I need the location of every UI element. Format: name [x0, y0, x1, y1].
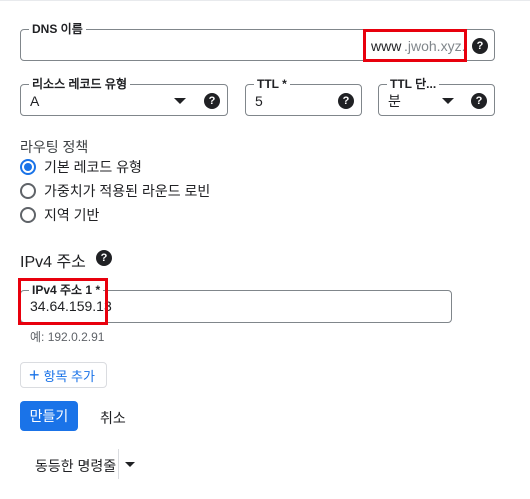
caret-down-icon [174, 98, 186, 104]
help-circle-icon[interactable]: ? [471, 93, 487, 109]
help-circle-icon[interactable]: ? [96, 250, 112, 266]
record-type-value: A [30, 93, 40, 109]
help-circle-icon[interactable]: ? [472, 38, 488, 54]
add-item-button[interactable]: + 항목 추가 [20, 362, 107, 388]
caret-down-icon [442, 98, 454, 104]
button-divider [118, 449, 119, 479]
cancel-label: 취소 [100, 410, 126, 426]
routing-option-label: 가중치가 적용된 라운드 로빈 [44, 183, 211, 199]
help-circle-icon[interactable]: ? [338, 93, 354, 109]
help-circle-icon[interactable]: ? [204, 93, 220, 109]
equivalent-command-button[interactable]: 동등한 명령줄 [35, 456, 116, 476]
routing-policy-label: 라우팅 정책 [20, 139, 89, 155]
dns-name-label: DNS 이름 [29, 21, 86, 37]
ipv4-hint: 예: 192.0.2.91 [30, 330, 105, 344]
routing-option-default[interactable]: 기본 레코드 유형 [20, 157, 142, 177]
add-item-label: 항목 추가 [43, 368, 95, 384]
ttl-unit-select[interactable]: TTL 단... 분 ? [378, 76, 495, 116]
caret-down-icon[interactable] [125, 462, 135, 467]
radio-unchecked[interactable] [20, 207, 36, 223]
create-label: 만들기 [29, 408, 69, 424]
ttl-label: TTL * [254, 76, 290, 92]
top-divider [0, 0, 530, 1]
radio-unchecked[interactable] [20, 183, 36, 199]
ipv4-heading: IPv4 주소 [20, 254, 86, 271]
routing-option-geo[interactable]: 지역 기반 [20, 205, 99, 225]
equivalent-command-label: 동등한 명령줄 [35, 458, 117, 474]
record-type-label: 리소스 레코드 유형 [29, 76, 130, 92]
routing-option-weighted[interactable]: 가중치가 적용된 라운드 로빈 [20, 181, 210, 201]
ttl-value: 5 [255, 93, 263, 109]
ttl-unit-label: TTL 단... [387, 76, 440, 92]
ipv4-highlight [18, 278, 108, 325]
record-type-select[interactable]: 리소스 레코드 유형 A ? [20, 76, 228, 116]
cancel-button[interactable]: 취소 [100, 408, 126, 428]
plus-icon: + [29, 365, 40, 385]
routing-option-label: 기본 레코드 유형 [44, 159, 142, 175]
routing-option-label: 지역 기반 [44, 207, 100, 223]
create-button[interactable]: 만들기 [20, 401, 78, 431]
ttl-unit-value: 분 [388, 93, 401, 109]
dns-name-highlight [363, 29, 467, 62]
ttl-field[interactable]: TTL * 5 ? [245, 76, 362, 116]
radio-checked[interactable] [20, 159, 36, 175]
